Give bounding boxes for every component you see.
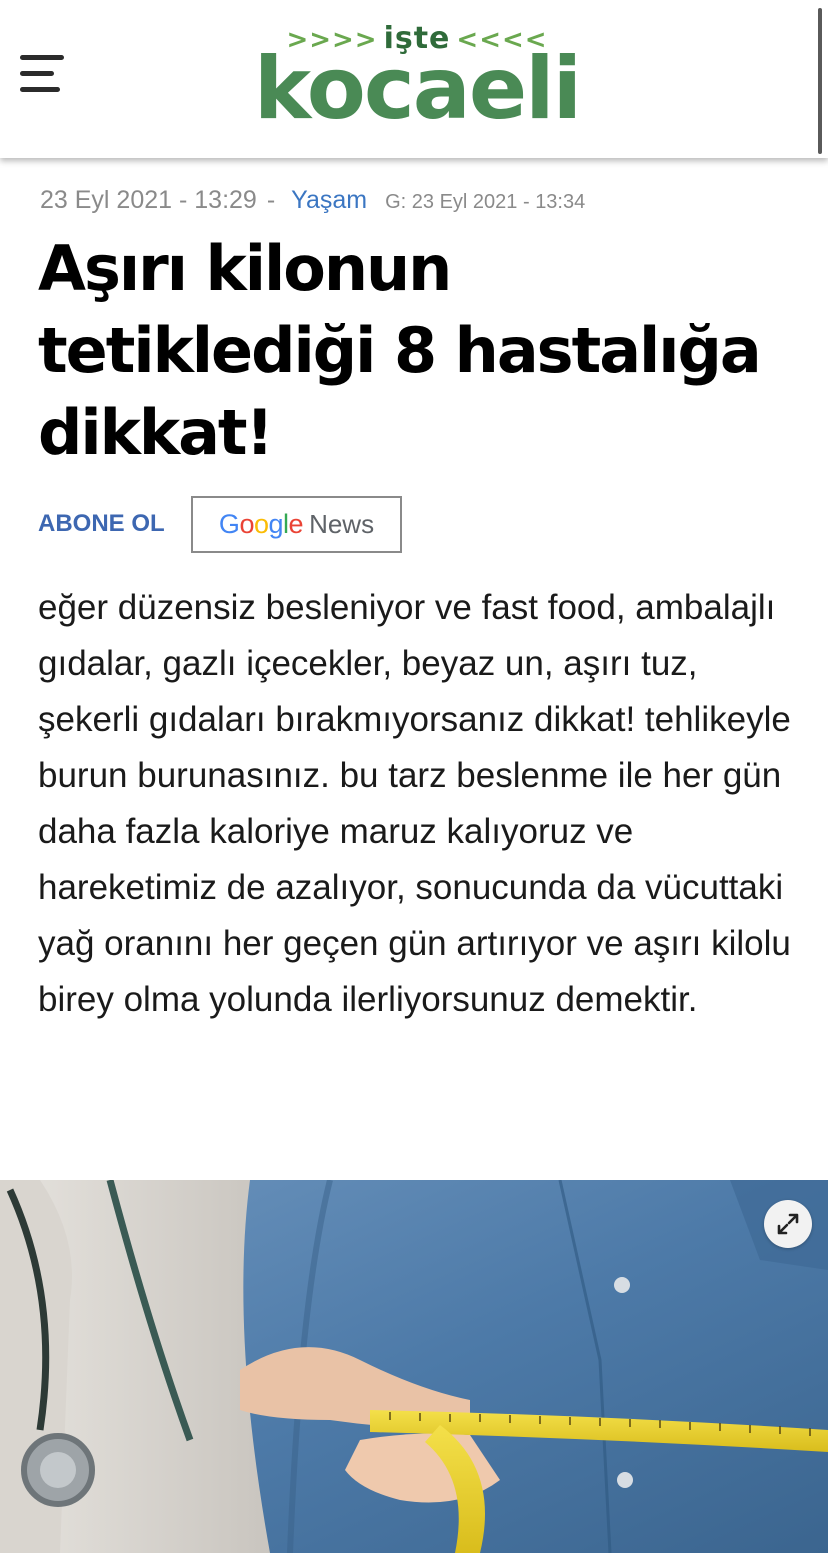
google-news-button[interactable]: Google News: [191, 496, 402, 553]
article-summary: eğer düzensiz besleniyor ve fast food, a…: [38, 588, 791, 1019]
meta-separator: -: [266, 186, 276, 214]
subscribe-link[interactable]: ABONE OL: [38, 510, 165, 538]
expand-arrows-icon: [777, 1213, 799, 1235]
article-meta: 23 Eyl 2021 - 13:29- Yaşam G: 23 Eyl 2021 …: [40, 186, 585, 222]
google-logo: Google: [218, 509, 304, 539]
updated-date: G: 23 Eyl 2021 - 13:34: [385, 191, 586, 213]
category-link[interactable]: Yaşam: [285, 186, 367, 214]
logo-wordmark: kocaeli: [253, 39, 582, 139]
scrollbar[interactable]: [818, 8, 822, 154]
site-logo[interactable]: >>>> işte <<<< kocaeli: [212, 22, 622, 135]
hero-illustration: [0, 1180, 828, 1553]
article-hero-image[interactable]: [0, 1180, 828, 1553]
hamburger-menu-icon[interactable]: [20, 52, 66, 96]
article-title: Aşırı kilonun tetiklediği 8 hastalığa di…: [38, 232, 762, 469]
google-news-label: News: [309, 509, 375, 539]
site-header: >>>> işte <<<< kocaeli: [0, 0, 828, 158]
expand-icon[interactable]: [764, 1200, 812, 1248]
publish-date: 23 Eyl 2021 - 13:29: [40, 186, 257, 214]
